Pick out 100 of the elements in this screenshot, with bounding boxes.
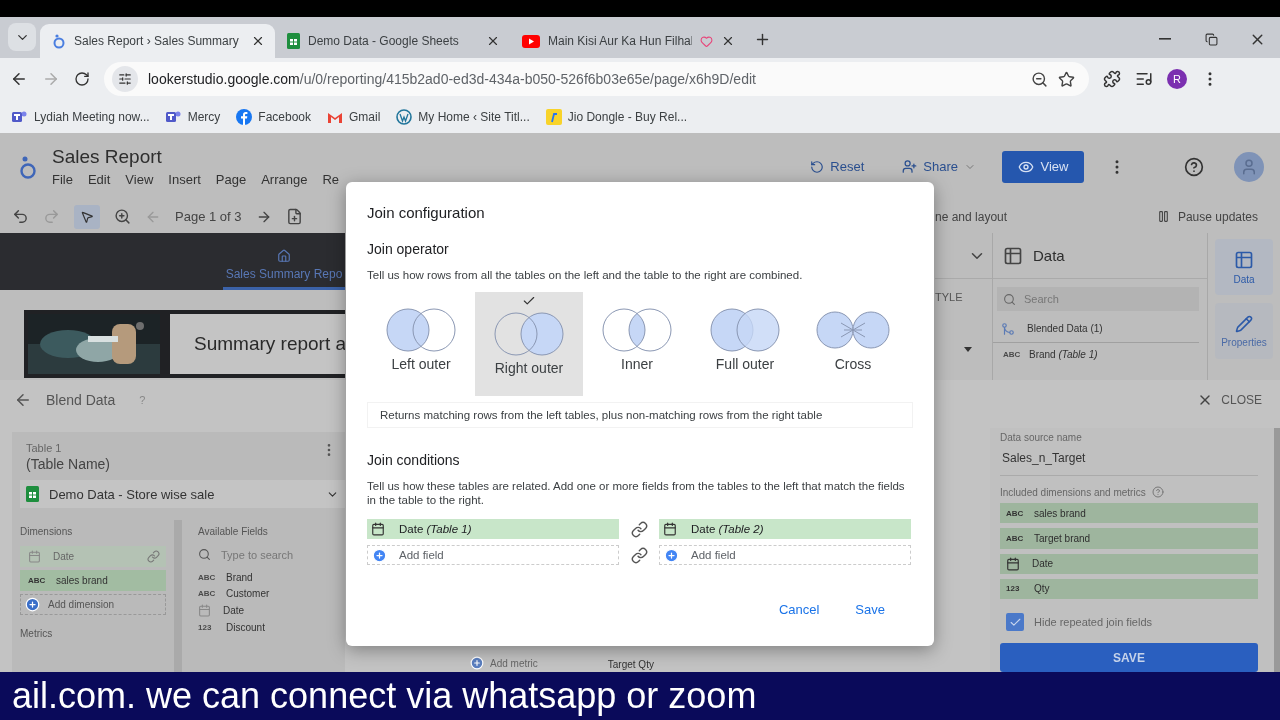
- puzzle-icon[interactable]: [1103, 70, 1121, 88]
- add-field-button[interactable]: Add field: [367, 545, 619, 565]
- link-icon: [630, 546, 648, 564]
- add-metric-button[interactable]: Add metric: [470, 656, 538, 670]
- menu-item[interactable]: File: [52, 172, 73, 187]
- included-field[interactable]: Date: [1000, 553, 1258, 574]
- view-button[interactable]: View: [1002, 150, 1084, 183]
- bookmark[interactable]: Facebook: [236, 108, 311, 125]
- menu-item[interactable]: Edit: [87, 172, 111, 187]
- join-option[interactable]: Right outer: [475, 292, 583, 396]
- site-info-button[interactable]: [112, 66, 138, 92]
- available-field[interactable]: ABC Brand: [198, 572, 345, 583]
- join-field[interactable]: Date (Table 1): [367, 519, 619, 539]
- add-dimension-button[interactable]: Add dimension: [20, 594, 166, 615]
- play-button-icon: [522, 34, 540, 48]
- undo-icon: [810, 159, 825, 174]
- add-page-icon[interactable]: [285, 208, 303, 225]
- field-type-label: 123: [1006, 584, 1021, 594]
- close-button[interactable]: CLOSE: [1197, 392, 1262, 408]
- checkbox[interactable]: [1006, 613, 1024, 631]
- browser-tab[interactable]: Demo Data - Google Sheets: [275, 24, 510, 58]
- browser-tab[interactable]: Main Kisi Aur Ka Hun Filhal: [510, 24, 745, 58]
- bookmark[interactable]: Lydiah Meeting now...: [12, 109, 150, 124]
- field-type-label: ABC: [1003, 349, 1019, 359]
- url-text: lookerstudio.google.com/u/0/reporting/415b2ad0-ed3d-434a-b050-526f6b03e65e/page/x6h9D/edit: [148, 71, 757, 87]
- theme-layout-button[interactable]: ne and layout: [935, 209, 1008, 224]
- select-tool-button[interactable]: [74, 204, 100, 229]
- pause-updates-button[interactable]: Pause updates: [1156, 209, 1258, 224]
- address-bar[interactable]: lookerstudio.google.com/u/0/reporting/415b2ad0-ed3d-434a-b050-526f6b03e65e/page/x6h9D/edit: [104, 62, 1089, 96]
- search-icon: [1003, 292, 1016, 306]
- calendar-icon: [371, 522, 385, 536]
- minimize-icon: [1159, 38, 1171, 40]
- calendar-icon: [198, 604, 211, 617]
- calendar-icon: [663, 522, 677, 536]
- calendar-icon: [28, 550, 41, 563]
- reset-button[interactable]: Reset: [804, 155, 871, 178]
- profile-avatar[interactable]: R: [1167, 69, 1187, 89]
- join-field[interactable]: Date (Table 2): [659, 519, 911, 539]
- included-field[interactable]: 123 Qty: [1000, 578, 1258, 599]
- menu-item[interactable]: Page: [215, 172, 247, 187]
- side-tab[interactable]: Data: [1215, 239, 1273, 295]
- envelope-icon: [327, 110, 343, 123]
- undo-icon[interactable]: [12, 208, 29, 225]
- close-icon[interactable]: [721, 34, 735, 48]
- dimension-chip[interactable]: ABC sales brand: [20, 570, 166, 591]
- restore-icon: [1204, 32, 1218, 46]
- table-icon: [1003, 245, 1023, 266]
- circle-logo-icon: [236, 108, 253, 125]
- pause-icon: [1156, 210, 1170, 223]
- save-button[interactable]: SAVE: [1000, 643, 1258, 672]
- close-icon[interactable]: [251, 34, 265, 48]
- star-icon[interactable]: [1058, 70, 1075, 88]
- help-text: Tell us how rows from all the tables on the left and the table to the right are combined.: [367, 268, 804, 282]
- link-icon: [630, 520, 648, 538]
- zoom-out-icon[interactable]: [1031, 70, 1048, 88]
- field-type-label: ABC: [198, 589, 214, 598]
- bookmark[interactable]: Gmail: [327, 109, 381, 124]
- cancel-button[interactable]: Cancel: [778, 602, 820, 617]
- caret-icon: [964, 347, 972, 352]
- field-label: Data source name: [1000, 432, 1083, 443]
- help-text: Tell us how these tables are related. Add one or more fields from the tables to the left that match the fields in the table to the right.: [367, 479, 906, 507]
- field-type-label: ABC: [198, 573, 214, 582]
- included-field[interactable]: ABC sales brand: [1000, 503, 1258, 524]
- calendar-icon: [1006, 556, 1020, 571]
- bookmark[interactable]: Jio Dongle - Buy Rel...: [545, 108, 688, 125]
- menu-item[interactable]: Arrange: [261, 172, 308, 187]
- available-field[interactable]: 123 Discount: [198, 622, 345, 633]
- user-avatar[interactable]: [1234, 151, 1264, 182]
- plus-icon: [664, 547, 679, 563]
- available-field[interactable]: Date: [198, 604, 345, 617]
- page-indicator: Page 1 of 3: [175, 209, 242, 224]
- table-caption: Table 1: [26, 442, 63, 454]
- square-logo-icon: [545, 108, 562, 125]
- panel-title: Data: [1033, 247, 1065, 264]
- data-source-item[interactable]: Blended Data (1): [1027, 323, 1103, 334]
- share-button[interactable]: Share: [896, 155, 982, 178]
- save-button[interactable]: Save: [855, 602, 885, 617]
- back-icon[interactable]: [10, 70, 28, 88]
- section-label: Dimensions: [20, 526, 74, 537]
- bookmark[interactable]: My Home ‹ Site Titl...: [396, 108, 530, 125]
- media-icon[interactable]: [1135, 70, 1153, 88]
- close-icon[interactable]: [486, 34, 500, 48]
- bookmark[interactable]: Mercy: [165, 109, 221, 124]
- available-field[interactable]: ABC Customer: [198, 588, 345, 599]
- help-icon[interactable]: [1184, 156, 1204, 177]
- field-item[interactable]: Brand (Table 1): [1029, 348, 1098, 360]
- included-field[interactable]: ABC Target brand: [1000, 528, 1258, 549]
- data-source-select[interactable]: Demo Data - Store wise sale: [20, 480, 345, 508]
- browser-tab[interactable]: Sales Report › Sales Summary: [40, 24, 275, 58]
- reload-icon[interactable]: [74, 71, 90, 87]
- add-field-button[interactable]: Add field: [659, 545, 911, 565]
- zoom-in-icon[interactable]: [114, 208, 131, 225]
- available-field[interactable]: Target Qty: [607, 659, 654, 670]
- team-logo-icon: [12, 109, 28, 124]
- plus-icon: [470, 656, 484, 670]
- menu-item[interactable]: Insert: [168, 172, 201, 187]
- style-tab[interactable]: TYLE: [935, 279, 992, 303]
- source-name-field[interactable]: Sales_n_Target: [1000, 447, 1258, 476]
- menu-item[interactable]: Re: [322, 172, 340, 187]
- menu-item[interactable]: View: [125, 172, 154, 187]
